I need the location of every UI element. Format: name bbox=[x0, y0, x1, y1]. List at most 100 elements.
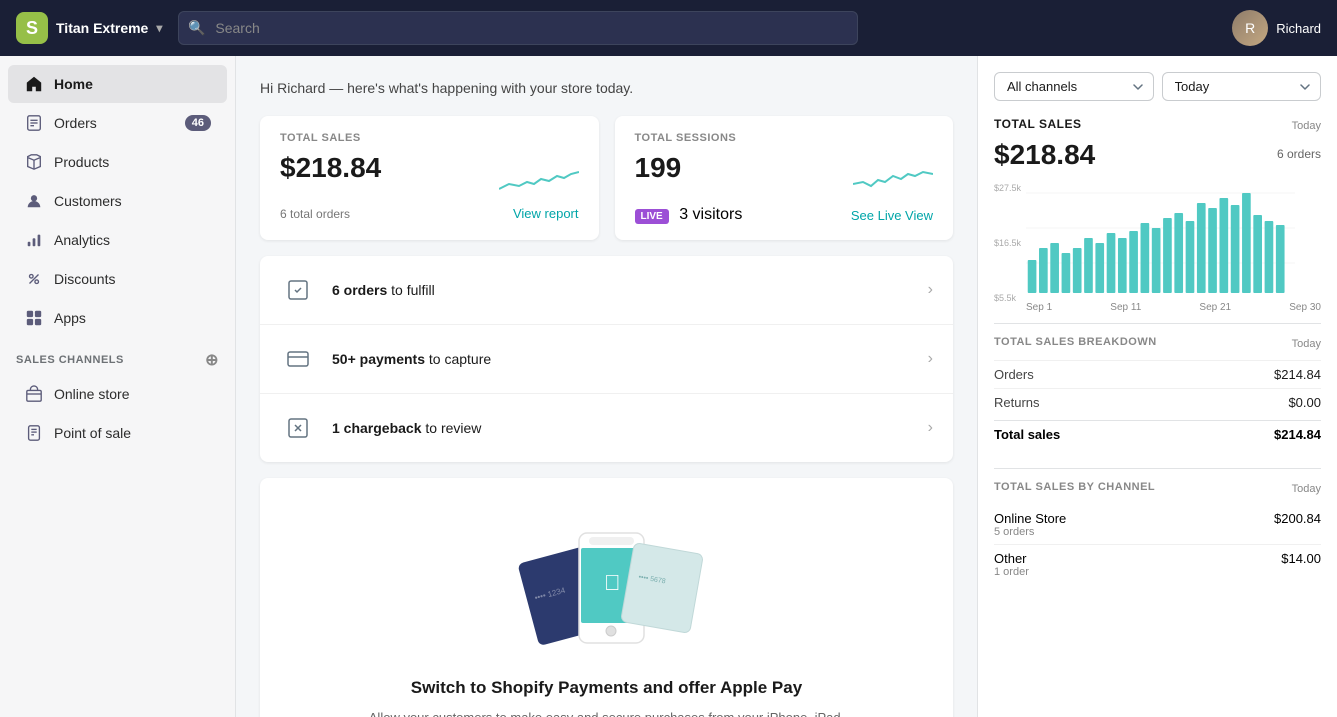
sidebar-item-label: Home bbox=[54, 76, 93, 92]
sidebar-item-label: Online store bbox=[54, 386, 129, 402]
sidebar: Home Orders 46 Products Customers Anal bbox=[0, 56, 236, 717]
chart-label-sep21: Sep 21 bbox=[1199, 302, 1231, 313]
rp-breakdown-title: TOTAL SALES BREAKDOWN bbox=[994, 336, 1157, 348]
action-item-fulfill[interactable]: 6 orders to fulfill › bbox=[260, 256, 953, 325]
total-sessions-card: TOTAL SESSIONS 199 LIVE 3 visitors See L… bbox=[615, 116, 954, 240]
rp-breakdown-section: TOTAL SALES BREAKDOWN Today Orders $214.… bbox=[994, 336, 1321, 448]
stat-footer-text: 6 total orders bbox=[280, 207, 350, 221]
sidebar-item-label: Products bbox=[54, 154, 109, 170]
stat-body: 199 bbox=[635, 154, 934, 194]
rp-total-sales-section: TOTAL SALES Today $218.84 6 orders $27.5… bbox=[994, 117, 1321, 303]
chevron-right-icon: › bbox=[928, 419, 933, 437]
promo-image: •••• 1234  •••• 5678 bbox=[280, 518, 933, 658]
action-text-payments: 50+ payments to capture bbox=[332, 351, 912, 367]
sidebar-item-analytics[interactable]: Analytics bbox=[8, 221, 227, 259]
action-list: 6 orders to fulfill › 50+ payments to ca… bbox=[260, 256, 953, 462]
sidebar-item-apps[interactable]: Apps bbox=[8, 299, 227, 337]
avatar[interactable]: R bbox=[1232, 10, 1268, 46]
rp-channel-online-value: $200.84 bbox=[1274, 511, 1321, 526]
sidebar-item-customers[interactable]: Customers bbox=[8, 182, 227, 220]
stat-body: $218.84 bbox=[280, 154, 579, 194]
rp-y-labels: $27.5k $16.5k $5.5k bbox=[994, 183, 1021, 303]
chart-label-sep1: Sep 1 bbox=[1026, 302, 1052, 313]
view-report-link[interactable]: View report bbox=[513, 206, 579, 221]
sidebar-item-point-of-sale[interactable]: Point of sale bbox=[8, 414, 227, 452]
chart-label-sep30: Sep 30 bbox=[1289, 302, 1321, 313]
live-visitors: 3 visitors bbox=[679, 206, 742, 223]
rp-channel-other-value: $14.00 bbox=[1281, 551, 1321, 566]
rp-orders-count: 6 orders bbox=[1277, 147, 1321, 161]
rp-breakdown-row-total: Total sales $214.84 bbox=[994, 420, 1321, 448]
store-icon bbox=[24, 384, 44, 404]
total-sessions-value: 199 bbox=[635, 154, 682, 182]
search-bar: 🔍 bbox=[178, 11, 858, 45]
action-text-chargeback: 1 chargeback to review bbox=[332, 420, 912, 436]
payments-icon bbox=[280, 341, 316, 377]
action-item-chargeback[interactable]: 1 chargeback to review › bbox=[260, 394, 953, 462]
svg-text::  bbox=[604, 570, 621, 595]
rp-channel-online-orders: 5 orders bbox=[994, 526, 1321, 538]
add-channel-icon[interactable]: ⊕ bbox=[205, 350, 219, 370]
rp-channel-online-label: Online Store bbox=[994, 511, 1066, 526]
sidebar-item-label: Point of sale bbox=[54, 425, 131, 441]
channels-select[interactable]: All channels bbox=[994, 72, 1154, 101]
action-item-payments[interactable]: 50+ payments to capture › bbox=[260, 325, 953, 394]
rp-total-sales-title: TOTAL SALES bbox=[994, 117, 1082, 131]
store-logo[interactable]: S Titan Extreme ▾ bbox=[16, 12, 162, 44]
shopify-icon: S bbox=[16, 12, 48, 44]
search-icon: 🔍 bbox=[188, 20, 205, 37]
stat-footer-sessions-left: LIVE 3 visitors bbox=[635, 206, 743, 224]
fulfill-icon bbox=[280, 272, 316, 308]
rp-total-sales-value: $218.84 bbox=[994, 139, 1095, 171]
sidebar-item-label: Analytics bbox=[54, 232, 110, 248]
apps-icon bbox=[24, 308, 44, 328]
greeting: Hi Richard — here's what's happening wit… bbox=[260, 80, 953, 96]
sidebar-item-online-store[interactable]: Online store bbox=[8, 375, 227, 413]
chevron-right-icon: › bbox=[928, 350, 933, 368]
sales-channels-title: SALES CHANNELS ⊕ bbox=[0, 338, 235, 374]
promo-card: •••• 1234  •••• 5678 Switch to Shopi bbox=[260, 478, 953, 717]
stat-footer: 6 total orders View report bbox=[280, 206, 579, 221]
promo-title: Switch to Shopify Payments and offer App… bbox=[280, 678, 933, 698]
nav-user-name: Richard bbox=[1276, 21, 1321, 36]
total-sales-chart bbox=[499, 154, 579, 194]
time-select[interactable]: Today bbox=[1162, 72, 1322, 101]
nav-right: R Richard bbox=[1232, 10, 1321, 46]
orders-badge: 46 bbox=[185, 115, 211, 131]
rp-channel-row-online: Online Store $200.84 5 orders bbox=[994, 505, 1321, 544]
stats-row: TOTAL SALES $218.84 6 total orders View … bbox=[260, 116, 953, 240]
search-input[interactable] bbox=[178, 11, 858, 45]
orders-icon bbox=[24, 113, 44, 133]
sidebar-item-label: Discounts bbox=[54, 271, 115, 287]
rp-breakdown-row-orders: Orders $214.84 bbox=[994, 360, 1321, 388]
sidebar-item-discounts[interactable]: Discounts bbox=[8, 260, 227, 298]
sidebar-item-home[interactable]: Home bbox=[8, 65, 227, 103]
apple-pay-illustration: •••• 1234  •••• 5678 bbox=[507, 523, 707, 653]
right-panel: All channels Today TOTAL SALES Today $21… bbox=[977, 56, 1337, 717]
rp-breakdown-row-returns: Returns $0.00 bbox=[994, 388, 1321, 416]
pos-icon bbox=[24, 423, 44, 443]
store-name: Titan Extreme bbox=[56, 20, 148, 36]
action-text-fulfill: 6 orders to fulfill bbox=[332, 282, 912, 298]
rp-channel-today: Today bbox=[1292, 483, 1321, 495]
rp-by-channel-section: TOTAL SALES BY CHANNEL Today Online Stor… bbox=[994, 481, 1321, 584]
sidebar-item-label: Customers bbox=[54, 193, 122, 209]
total-sessions-chart bbox=[853, 154, 933, 194]
products-icon bbox=[24, 152, 44, 172]
main-layout: Home Orders 46 Products Customers Anal bbox=[0, 56, 1337, 717]
rp-today-label: Today bbox=[1292, 120, 1321, 132]
content-area: Hi Richard — here's what's happening wit… bbox=[236, 56, 977, 717]
sidebar-item-orders[interactable]: Orders 46 bbox=[8, 104, 227, 142]
total-sales-card: TOTAL SALES $218.84 6 total orders View … bbox=[260, 116, 599, 240]
rp-channel-other-orders: 1 order bbox=[994, 566, 1321, 578]
rp-channel-other-label: Other bbox=[994, 551, 1027, 566]
home-icon bbox=[24, 74, 44, 94]
customers-icon bbox=[24, 191, 44, 211]
sidebar-item-products[interactable]: Products bbox=[8, 143, 227, 181]
analytics-icon bbox=[24, 230, 44, 250]
sidebar-item-label: Orders bbox=[54, 115, 97, 131]
live-view-link[interactable]: See Live View bbox=[851, 208, 933, 223]
rp-controls: All channels Today bbox=[994, 72, 1321, 101]
total-sales-value: $218.84 bbox=[280, 154, 381, 182]
discounts-icon bbox=[24, 269, 44, 289]
